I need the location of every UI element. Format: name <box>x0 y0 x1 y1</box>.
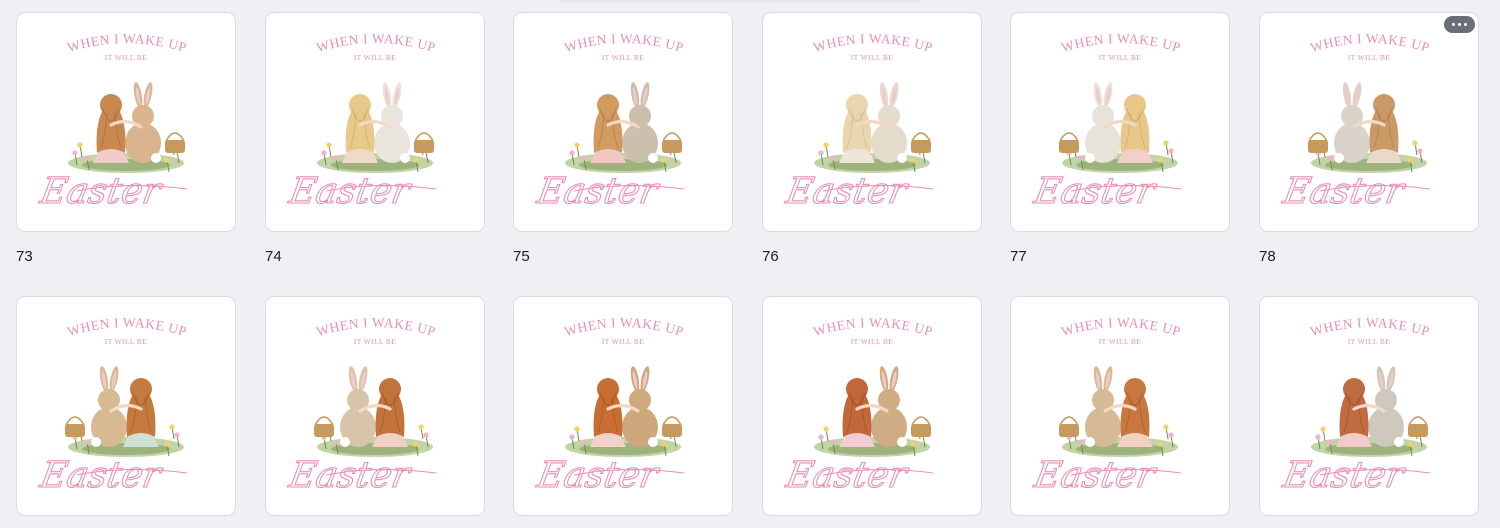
easter-illustration: WHEN I WAKE UPIT WILL BE Easter <box>1279 31 1432 213</box>
title-top-text: WHEN I WAKE UP <box>315 31 438 55</box>
easter-illustration: WHEN I WAKE UPIT WILL BE Easter <box>1030 31 1183 213</box>
page-number-label: 73 <box>16 248 33 265</box>
page-thumbnail-card[interactable]: WHEN I WAKE UP IT WILL BE Easter <box>1259 12 1479 232</box>
girl-and-bunny-illustration <box>814 82 931 173</box>
girl-and-bunny-illustration <box>68 82 185 173</box>
script-title-text: Easter <box>782 453 912 496</box>
title-top-text: WHEN I WAKE UP <box>66 315 189 339</box>
girl-and-bunny-illustration <box>1311 366 1428 457</box>
easter-illustration: WHEN I WAKE UPIT WILL BE Easter <box>285 315 438 497</box>
page-thumbnail-card[interactable]: WHEN I WAKE UP IT WILL BE Easter <box>513 12 733 232</box>
title-mid-text: IT WILL BE <box>602 53 645 62</box>
page-thumbnail-card[interactable]: WHEN I WAKE UP IT WILL BE Easter <box>762 12 982 232</box>
title-mid-text: IT WILL BE <box>851 53 894 62</box>
script-title-text: Easter <box>1030 169 1160 212</box>
page-thumbnail-card[interactable]: WHEN I WAKE UP IT WILL BE Easter <box>1259 296 1479 516</box>
page-thumbnail-card[interactable]: WHEN I WAKE UP IT WILL BE Easter <box>513 296 733 516</box>
easter-illustration: WHEN I WAKE UPIT WILL BE Easter <box>36 31 189 213</box>
title-mid-text: IT WILL BE <box>105 337 148 346</box>
script-title-text: Easter <box>285 453 415 496</box>
title-mid-text: IT WILL BE <box>354 337 397 346</box>
page-thumbnail-card[interactable]: WHEN I WAKE UP IT WILL BE Easter <box>16 296 236 516</box>
title-top-text: WHEN I WAKE UP <box>563 31 686 55</box>
page-number-label: 77 <box>1010 248 1027 265</box>
script-title-text: Easter <box>285 169 415 212</box>
script-title-text: Easter <box>533 453 663 496</box>
easter-illustration: WHEN I WAKE UPIT WILL BE Easter <box>1279 315 1432 497</box>
title-top-text: WHEN I WAKE UP <box>1060 315 1183 339</box>
more-horizontal-icon <box>1452 23 1455 26</box>
title-top-text: WHEN I WAKE UP <box>812 31 935 55</box>
title-top-text: WHEN I WAKE UP <box>812 315 935 339</box>
page-number-label: 76 <box>762 248 779 265</box>
easter-illustration: WHEN I WAKE UPIT WILL BE Easter <box>285 31 438 213</box>
script-title-text: Easter <box>1279 453 1409 496</box>
easter-illustration: WHEN I WAKE UPIT WILL BE Easter <box>533 31 686 213</box>
title-mid-text: IT WILL BE <box>851 337 894 346</box>
script-title-text: Easter <box>782 169 912 212</box>
title-top-text: WHEN I WAKE UP <box>66 31 189 55</box>
title-mid-text: IT WILL BE <box>1348 337 1391 346</box>
page-thumbnail-card[interactable]: WHEN I WAKE UP IT WILL BE Easter <box>265 12 485 232</box>
page-number-label: 78 <box>1259 248 1276 265</box>
easter-illustration: WHEN I WAKE UPIT WILL BE Easter <box>782 315 935 497</box>
girl-and-bunny-illustration <box>565 82 682 173</box>
title-top-text: WHEN I WAKE UP <box>1060 31 1183 55</box>
page-more-options-button[interactable] <box>1444 16 1475 33</box>
girl-and-bunny-illustration <box>65 366 184 457</box>
more-dot <box>1458 23 1461 26</box>
girl-and-bunny-illustration <box>1059 82 1178 173</box>
title-mid-text: IT WILL BE <box>105 53 148 62</box>
girl-and-bunny-illustration <box>565 366 682 457</box>
title-top-text: WHEN I WAKE UP <box>1309 315 1432 339</box>
girl-and-bunny-illustration <box>814 366 931 457</box>
page-thumbnail-card[interactable]: WHEN I WAKE UP IT WILL BE Easter <box>1010 12 1230 232</box>
easter-illustration: WHEN I WAKE UPIT WILL BE Easter <box>782 31 935 213</box>
page-thumbnail-card[interactable]: WHEN I WAKE UP IT WILL BE Easter <box>265 296 485 516</box>
page-thumbnail-card[interactable]: WHEN I WAKE UP IT WILL BE Easter <box>1010 296 1230 516</box>
page-number-label: 74 <box>265 248 282 265</box>
girl-and-bunny-illustration <box>1308 82 1427 173</box>
title-mid-text: IT WILL BE <box>354 53 397 62</box>
title-mid-text: IT WILL BE <box>602 337 645 346</box>
title-top-text: WHEN I WAKE UP <box>563 315 686 339</box>
script-title-text: Easter <box>36 169 166 212</box>
title-mid-text: IT WILL BE <box>1099 53 1142 62</box>
easter-illustration: WHEN I WAKE UPIT WILL BE Easter <box>1030 315 1183 497</box>
girl-and-bunny-illustration <box>314 366 433 457</box>
page-thumbnail-grid: WHEN I WAKE UP IT WILL BE Easter 73 WHEN I W… <box>0 0 1500 528</box>
page-thumbnail-card[interactable]: WHEN I WAKE UP IT WILL BE Easter <box>16 12 236 232</box>
script-title-text: Easter <box>1030 453 1160 496</box>
toolbar-shadow <box>560 0 920 3</box>
more-dot <box>1464 23 1467 26</box>
script-title-text: Easter <box>36 453 166 496</box>
title-mid-text: IT WILL BE <box>1348 53 1391 62</box>
title-top-text: WHEN I WAKE UP <box>315 315 438 339</box>
easter-illustration: WHEN I WAKE UPIT WILL BE Easter <box>36 315 189 497</box>
girl-and-bunny-illustration <box>1059 366 1178 457</box>
script-title-text: Easter <box>1279 169 1409 212</box>
page-thumbnail-card[interactable]: WHEN I WAKE UP IT WILL BE Easter <box>762 296 982 516</box>
page-number-label: 75 <box>513 248 530 265</box>
title-top-text: WHEN I WAKE UP <box>1309 31 1432 55</box>
easter-illustration: WHEN I WAKE UPIT WILL BE Easter <box>533 315 686 497</box>
script-title-text: Easter <box>533 169 663 212</box>
girl-and-bunny-illustration <box>317 82 434 173</box>
title-mid-text: IT WILL BE <box>1099 337 1142 346</box>
